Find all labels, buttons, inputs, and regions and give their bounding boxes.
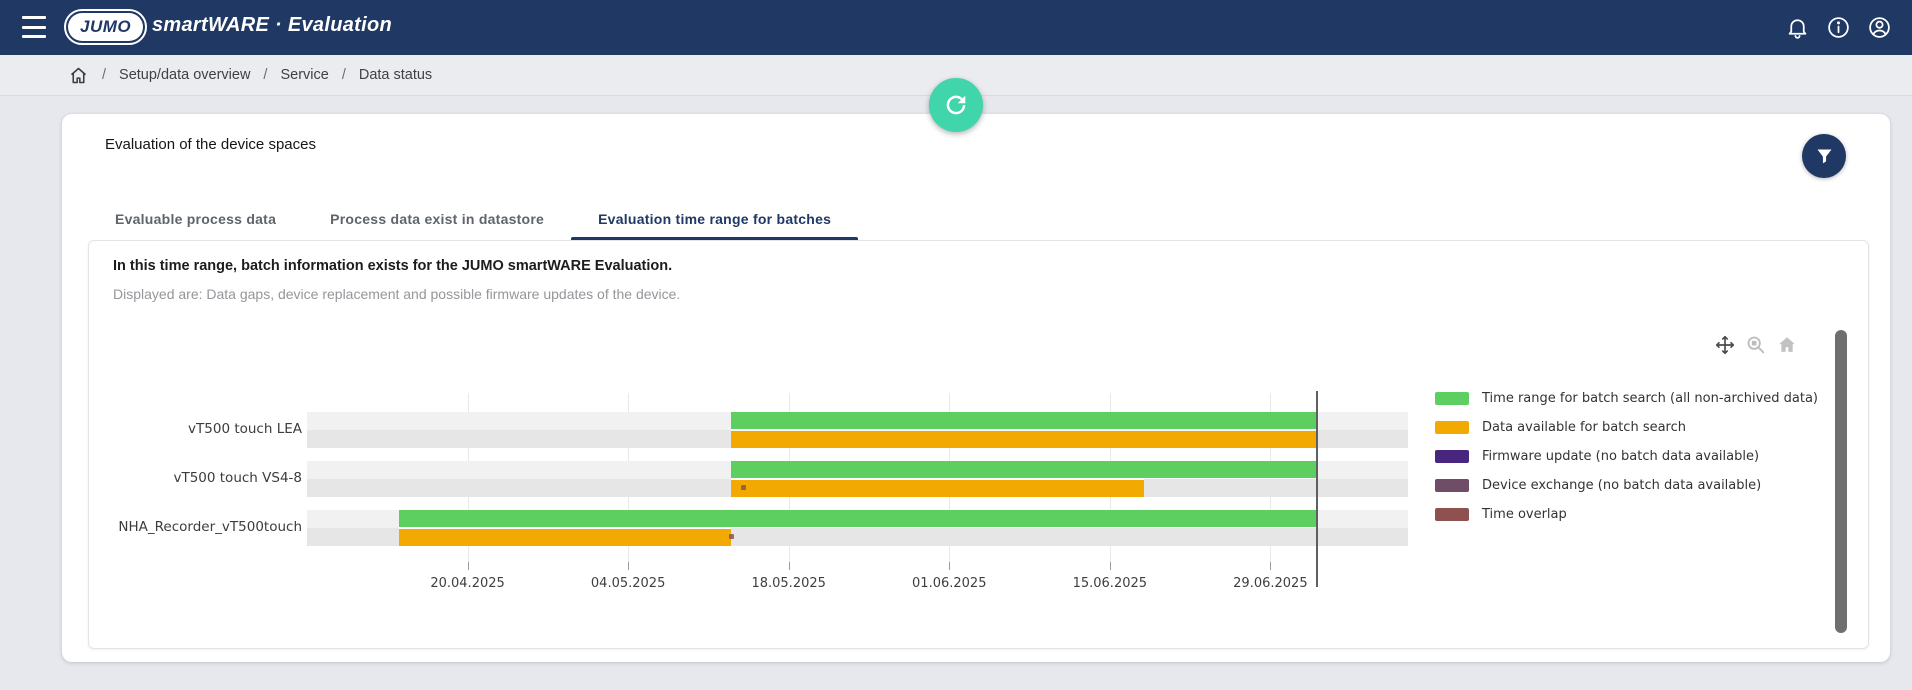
x-axis-tick [1110,562,1111,570]
legend-swatch [1435,508,1469,521]
gantt-bar-data[interactable] [399,528,732,546]
zoom-icon[interactable] [1745,334,1767,356]
x-axis-tick [628,562,629,570]
legend-swatch [1435,421,1469,434]
x-axis-label: 20.04.2025 [408,576,528,591]
legend-label: Device exchange (no batch data available… [1482,478,1761,493]
refresh-icon [942,91,970,119]
current-time-line [1316,391,1318,587]
x-axis-label: 04.05.2025 [568,576,688,591]
legend-label: Data available for batch search [1482,420,1686,435]
pan-icon[interactable] [1714,334,1736,356]
time-overlap-marker [729,534,734,539]
chart-modebar [1714,334,1798,356]
vertical-scrollbar-thumb[interactable] [1835,330,1847,633]
legend-swatch [1435,479,1469,492]
x-axis-label: 15.06.2025 [1050,576,1170,591]
legend-swatch [1435,450,1469,463]
legend-label: Time overlap [1482,507,1567,522]
legend-label: Time range for batch search (all non-arc… [1482,391,1818,406]
x-axis-label: 18.05.2025 [729,576,849,591]
y-axis-device-label: vT500 touch VS4-8 [22,470,302,488]
x-axis-tick [789,562,790,570]
legend-item[interactable]: Firmware update (no batch data available… [1435,442,1818,471]
y-axis-device-label: vT500 touch LEA [22,421,302,439]
gantt-bar-range[interactable] [731,412,1316,430]
x-axis-tick [1270,562,1271,570]
y-axis-device-label: NHA_Recorder_vT500touch [22,519,302,537]
gantt-bar-range[interactable] [731,461,1316,479]
legend-item[interactable]: Time range for batch search (all non-arc… [1435,384,1818,413]
x-axis-label: 01.06.2025 [889,576,1009,591]
legend-item[interactable]: Data available for batch search [1435,413,1818,442]
app-window: JUMO smartWARE · Evaluation [0,0,1912,690]
x-axis-tick [468,562,469,570]
legend-item[interactable]: Device exchange (no batch data available… [1435,471,1818,500]
reset-home-icon[interactable] [1776,334,1798,356]
gantt-bar-data[interactable] [731,479,1144,497]
chart-legend: Time range for batch search (all non-arc… [1435,384,1818,529]
gantt-bar-data[interactable] [731,430,1316,448]
refresh-button[interactable] [929,78,983,132]
x-axis-label: 29.06.2025 [1210,576,1330,591]
gantt-bar-range[interactable] [399,510,1317,528]
legend-swatch [1435,392,1469,405]
legend-item[interactable]: Time overlap [1435,500,1818,529]
legend-label: Firmware update (no batch data available… [1482,449,1759,464]
time-overlap-marker [741,485,746,490]
x-axis-tick [949,562,950,570]
